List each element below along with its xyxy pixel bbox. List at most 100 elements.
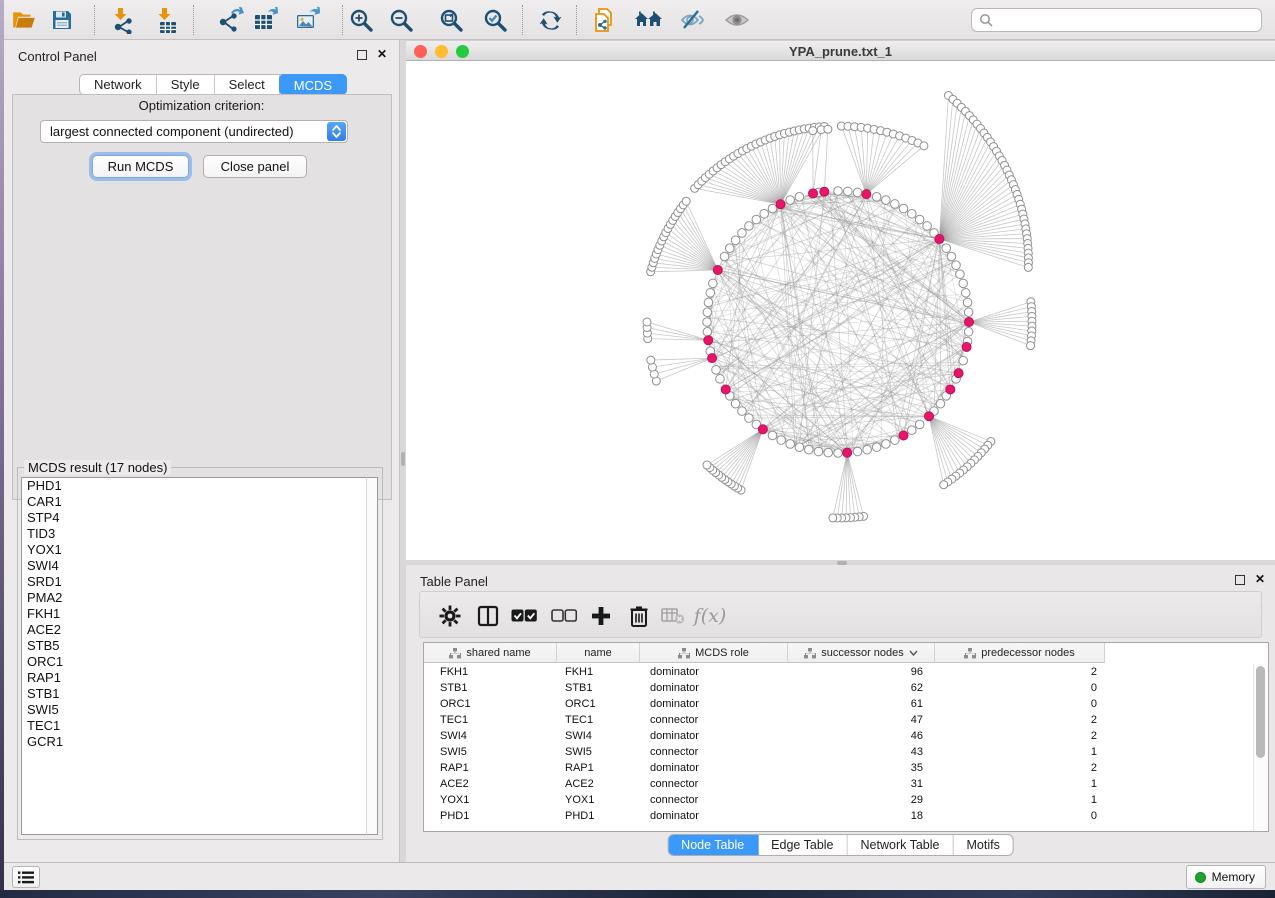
mcds-hub-node[interactable]: [862, 190, 871, 199]
ring-node[interactable]: [952, 261, 961, 270]
show-all-icon[interactable]: [721, 4, 753, 36]
ring-node[interactable]: [725, 244, 734, 253]
delete-column-icon[interactable]: [623, 600, 655, 632]
close-panel-icon[interactable]: ✕: [377, 47, 387, 61]
ring-node[interactable]: [964, 327, 973, 336]
export-image-icon[interactable]: [292, 4, 324, 36]
ring-node[interactable]: [703, 308, 712, 317]
float-panel-icon[interactable]: [1235, 575, 1245, 585]
ring-node[interactable]: [907, 209, 916, 218]
ring-node[interactable]: [872, 443, 881, 452]
export-table-icon[interactable]: [250, 4, 282, 36]
leaf-node[interactable]: [920, 142, 928, 150]
ring-node[interactable]: [768, 204, 777, 213]
ring-node[interactable]: [959, 356, 968, 365]
mcds-hub-node[interactable]: [809, 189, 818, 198]
mcds-hub-node[interactable]: [721, 385, 730, 394]
column-header-MCDS-role[interactable]: MCDS role: [640, 643, 788, 663]
mcds-result-item[interactable]: SWI5: [22, 702, 367, 718]
mcds-result-item[interactable]: STP4: [22, 510, 367, 526]
ring-node[interactable]: [760, 209, 769, 218]
network-view[interactable]: [406, 61, 1275, 560]
ring-node[interactable]: [915, 215, 924, 224]
mcds-hub-node[interactable]: [708, 354, 717, 363]
mcds-hub-node[interactable]: [758, 425, 767, 434]
ring-node[interactable]: [834, 449, 843, 458]
table-row[interactable]: SWI5SWI5connector431: [424, 744, 1105, 760]
tab-network[interactable]: Network: [80, 75, 157, 94]
mcds-result-item[interactable]: SWI4: [22, 558, 367, 574]
ring-node[interactable]: [712, 366, 721, 375]
show-columns-icon[interactable]: [472, 600, 504, 632]
mcds-hub-node[interactable]: [899, 431, 908, 440]
ring-node[interactable]: [882, 440, 891, 449]
ring-node[interactable]: [703, 327, 712, 336]
ring-node[interactable]: [824, 448, 833, 457]
ring-node[interactable]: [704, 298, 713, 307]
save-session-icon[interactable]: [46, 4, 78, 36]
ring-node[interactable]: [703, 318, 712, 327]
ring-node[interactable]: [786, 196, 795, 205]
table-settings-icon[interactable]: [434, 600, 466, 632]
table-row[interactable]: STB1STB1dominator620: [424, 680, 1105, 696]
ring-node[interactable]: [956, 270, 965, 279]
mcds-result-item[interactable]: STB1: [22, 686, 367, 702]
ring-node[interactable]: [891, 200, 900, 209]
ring-node[interactable]: [947, 252, 956, 261]
ring-node[interactable]: [834, 187, 843, 196]
mcds-result-item[interactable]: SRD1: [22, 574, 367, 590]
mcds-result-list[interactable]: PHD1CAR1STP4TID3YOX1SWI4SRD1PMA2FKH1ACE2…: [21, 477, 367, 835]
table-scrollbar-thumb[interactable]: [1256, 666, 1265, 758]
tab-style[interactable]: Style: [157, 75, 215, 94]
mcds-result-item[interactable]: TEC1: [22, 718, 367, 734]
ring-node[interactable]: [706, 289, 715, 298]
mcds-result-item[interactable]: CAR1: [22, 494, 367, 510]
zoom-in-icon[interactable]: [345, 4, 377, 36]
zoom-out-icon[interactable]: [385, 4, 417, 36]
ring-node[interactable]: [786, 440, 795, 449]
leaf-node[interactable]: [703, 461, 711, 469]
ring-node[interactable]: [923, 222, 932, 231]
run-mcds-button[interactable]: Run MCDS: [92, 155, 189, 178]
function-builder-icon[interactable]: f(x): [694, 600, 726, 632]
close-panel-icon[interactable]: ✕: [1255, 572, 1265, 586]
mcds-list-scrollbar[interactable]: [366, 477, 378, 835]
table-row[interactable]: ACE2ACE2connector311: [424, 776, 1105, 792]
leaf-node[interactable]: [940, 481, 948, 489]
mcds-result-item[interactable]: STB5: [22, 638, 367, 654]
table-row[interactable]: YOX1YOX1connector291: [424, 792, 1105, 808]
ring-node[interactable]: [745, 414, 754, 423]
close-panel-button[interactable]: Close panel: [203, 155, 307, 178]
tab-select[interactable]: Select: [215, 75, 280, 94]
leaf-node[interactable]: [809, 127, 817, 135]
ring-node[interactable]: [709, 279, 718, 288]
select-all-icon[interactable]: [508, 600, 540, 632]
tab-edge-table[interactable]: Edge Table: [758, 835, 847, 855]
mcds-result-item[interactable]: YOX1: [22, 542, 367, 558]
mcds-hub-node[interactable]: [820, 187, 829, 196]
ring-node[interactable]: [738, 407, 747, 416]
mcds-result-item[interactable]: GCR1: [22, 734, 367, 750]
zoom-selected-icon[interactable]: [479, 4, 511, 36]
deselect-all-icon[interactable]: [548, 600, 580, 632]
ring-node[interactable]: [745, 222, 754, 231]
copy-view-icon[interactable]: [589, 4, 621, 36]
mcds-hub-node[interactable]: [962, 342, 971, 351]
memory-button[interactable]: Memory: [1186, 865, 1266, 889]
task-history-button[interactable]: [12, 866, 40, 888]
ring-node[interactable]: [872, 193, 881, 202]
ring-node[interactable]: [752, 215, 761, 224]
table-row[interactable]: FKH1FKH1dominator962: [424, 664, 1105, 680]
mcds-hub-node[interactable]: [965, 318, 974, 327]
column-header-shared-name[interactable]: shared name: [424, 643, 557, 663]
ring-node[interactable]: [731, 399, 740, 408]
import-network-icon[interactable]: [106, 4, 138, 36]
table-row[interactable]: TEC1TEC1connector472: [424, 712, 1105, 728]
mcds-hub-node[interactable]: [946, 385, 955, 394]
mcds-result-item[interactable]: FKH1: [22, 606, 367, 622]
tab-mcds[interactable]: MCDS: [279, 74, 347, 95]
ring-node[interactable]: [915, 420, 924, 429]
ring-node[interactable]: [716, 375, 725, 384]
mcds-result-item[interactable]: RAP1: [22, 670, 367, 686]
tab-motifs[interactable]: Motifs: [953, 835, 1012, 855]
